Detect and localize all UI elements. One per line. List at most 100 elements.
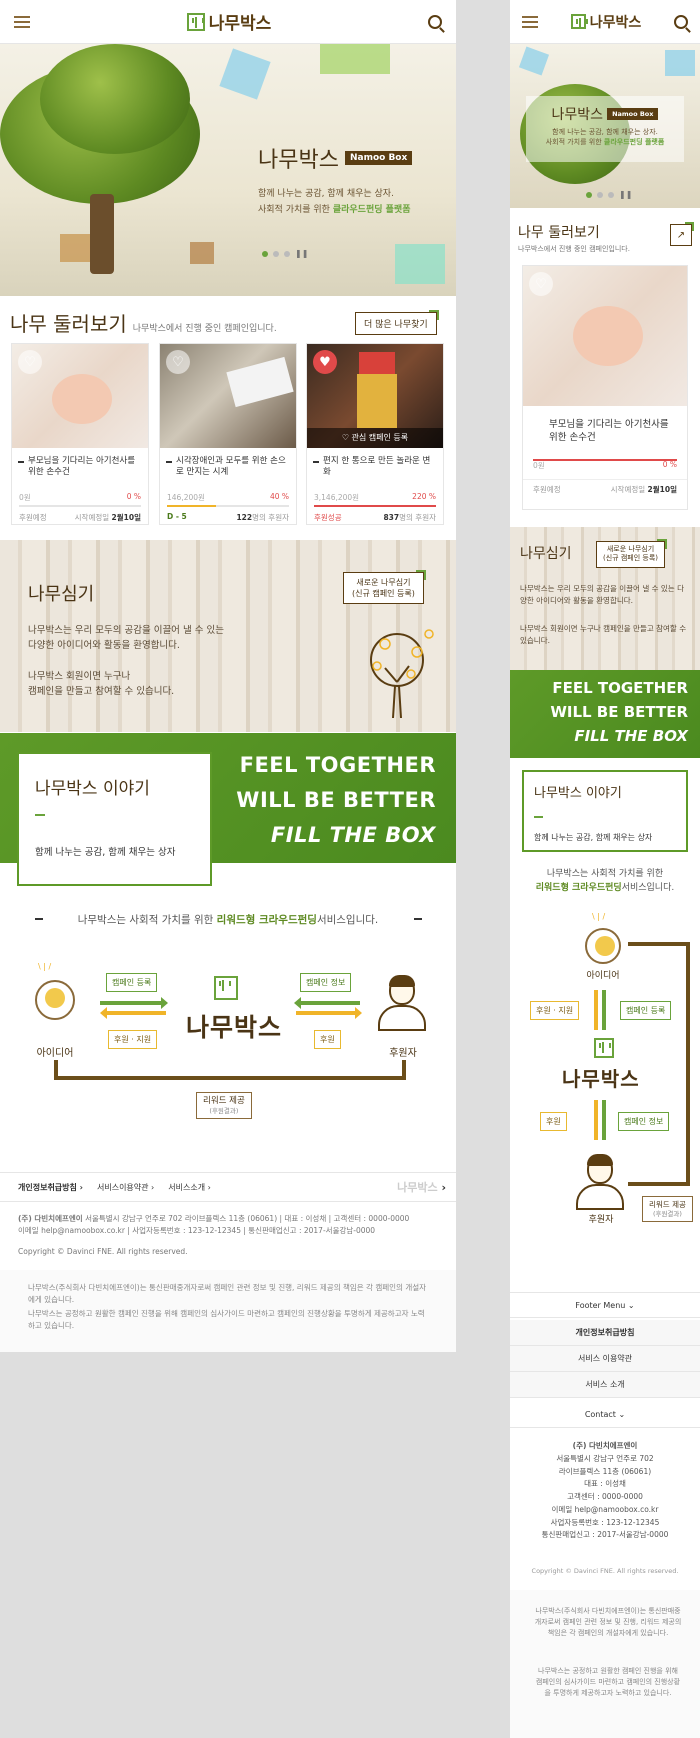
menu-icon[interactable] xyxy=(522,15,538,28)
campaign-footer: 후원성공 837명의 후원자 xyxy=(307,509,443,526)
about-link[interactable]: 서비스 소개 xyxy=(510,1372,700,1398)
tree-box-icon xyxy=(570,14,588,29)
terms-link[interactable]: 서비스이용약관 xyxy=(97,1182,154,1193)
mobile-header: 나무박스 xyxy=(510,0,700,44)
figure-hat xyxy=(359,352,395,374)
favorite-overlay[interactable]: ♡ 관심 캠페인 등록 xyxy=(307,428,443,448)
header: 나무박스 xyxy=(0,0,456,44)
campaign-percent: 0 % xyxy=(662,460,677,469)
intro-text: 서비스입니다. xyxy=(621,883,675,894)
company-name: (주) 다빈치에프엔이 xyxy=(572,1441,638,1450)
cube-shape xyxy=(395,244,445,284)
button-line-2: (신규 캠페인 등록) xyxy=(352,589,415,599)
mobile-hero: 나무박스 Namoo Box 함께 나누는 공감, 함께 채우는 상자. 사회적 가… xyxy=(510,44,700,208)
tree-box-icon xyxy=(594,1038,614,1058)
lightbulb-icon xyxy=(585,928,621,964)
pause-icon[interactable]: ❚❚ xyxy=(295,249,308,258)
about-link[interactable]: 서비스소개 xyxy=(168,1182,211,1193)
slogan-line-2: WILL BE BETTER xyxy=(236,788,436,812)
footer-label: 시작예정일 xyxy=(610,485,646,494)
story-box[interactable]: 나무박스 이야기 함께 나누는 공감, 함께 채우는 상자 xyxy=(522,770,688,852)
reward-loop xyxy=(628,942,690,1186)
planting-section: 나무심기 새로운 나무심기 (신규 캠페인 등록) 나무박스는 우리 모두의 공감… xyxy=(510,527,700,670)
planting-paragraph-1: 나무박스는 우리 모두의 공감을 이끌어 낼 수 있는 다양한 아이디어와 활동을… xyxy=(28,624,224,653)
hero-title: 나무박스 Namoo Box xyxy=(526,104,684,124)
info-line: 서울특별시 강남구 언주로 702 xyxy=(556,1453,654,1463)
terms-link[interactable]: 서비스 이용약관 xyxy=(510,1346,700,1372)
chevron-down-icon: ⌄ xyxy=(627,1301,635,1310)
campaign-card[interactable]: ♡ 부모님을 기다리는 아기천사를 위한 손수건 0원 0 % 후원예정 시작예정일… xyxy=(11,343,149,525)
tree-crown xyxy=(40,44,190,154)
button-line-1: 새로운 나무심기 xyxy=(356,578,411,587)
new-campaign-button[interactable]: 새로운 나무심기 (신규 캠페인 등록) xyxy=(343,569,426,605)
heart-icon[interactable]: ♡ xyxy=(18,350,42,374)
divider xyxy=(414,918,422,920)
p-line: 나무박스 회원이면 누구나 xyxy=(520,624,601,633)
carousel-dot[interactable] xyxy=(262,250,268,257)
slogan-line-1: FEEL TOGETHER xyxy=(239,753,436,777)
privacy-link[interactable]: 개인정보취급방침 xyxy=(510,1320,700,1346)
heart-icon[interactable]: ♡ xyxy=(166,350,190,374)
new-campaign-button[interactable]: 새로운 나무심기 (신규 캠페인 등록) xyxy=(596,539,667,568)
carousel-dot[interactable] xyxy=(273,250,279,257)
search-icon[interactable] xyxy=(428,14,442,29)
body xyxy=(576,1184,624,1210)
logo[interactable]: 나무박스 xyxy=(570,12,641,32)
campaign-amount: 0원 xyxy=(533,461,545,470)
privacy-link[interactable]: 개인정보취급방침 xyxy=(18,1182,83,1193)
p-line: 나무박스 회원이면 누구나 xyxy=(28,671,131,682)
slogan-line-3: FILL THE BOX xyxy=(574,727,688,745)
campaign-percent: 0 % xyxy=(126,492,141,501)
more-campaigns-button[interactable]: 더 많은 나무찾기 xyxy=(355,310,439,335)
campaign-title: 부모님을 기다리는 아기천사를 위한 손수건 xyxy=(549,419,669,444)
campaign-image: ♡ xyxy=(160,344,296,448)
carousel-dot[interactable] xyxy=(586,191,592,198)
footer-label: 명의 후원자 xyxy=(399,513,436,522)
progress-bar xyxy=(167,505,289,507)
p-line: 다양한 아이디어와 활동을 환영합니다. xyxy=(28,639,180,651)
footer-value: 122 xyxy=(236,513,253,522)
campaign-meta: 0원 0 % xyxy=(12,492,148,503)
service-intro: 나무박스는 사회적 가치를 위한 리워드형 크라우드펀딩서비스입니다. xyxy=(0,912,456,927)
arrow-link-icon[interactable]: ↗ xyxy=(670,222,694,246)
logo[interactable]: 나무박스 xyxy=(186,9,271,34)
campaign-percent: 40 % xyxy=(269,492,289,501)
carousel-dot[interactable] xyxy=(597,191,603,198)
intro-text: 나무박스는 사회적 가치를 위한 xyxy=(77,914,217,926)
campaign-image: ♡ xyxy=(12,344,148,448)
intro-em: 리워드형 크라우드펀딩 xyxy=(216,914,317,926)
footer-menu-toggle[interactable]: Footer Menu ⌄ xyxy=(510,1292,700,1318)
campaign-card[interactable]: ♡ 시각장애인과 모두를 위한 손으로 만지는 시계 146,200원 40 % … xyxy=(159,343,297,525)
heart-icon[interactable]: ♡ xyxy=(529,272,553,296)
person-icon xyxy=(576,1154,624,1210)
reward-sub: (후원결과) xyxy=(652,1209,682,1218)
button-line-1: 새로운 나무심기 xyxy=(606,545,655,553)
notice-2: 나무박스는 공정하고 원활한 캠페인 진행을 위해 캠페인의 심사가이드 마련하… xyxy=(535,1667,681,1698)
campaign-card[interactable]: ♡ 부모님을 기다리는 아기천사를 위한 손수건 0원 0 % 후원예정 시작예정일… xyxy=(522,265,688,510)
carousel-dot[interactable] xyxy=(608,191,614,198)
campaign-amount: 0원 xyxy=(19,493,31,502)
carousel-dot[interactable] xyxy=(284,250,290,257)
hero-line-2: 사회적 가치를 위한 클라우드펀딩 플랫폼 xyxy=(258,202,410,215)
tree-box-icon xyxy=(214,976,238,1000)
search-icon[interactable] xyxy=(674,14,688,29)
arrow-down xyxy=(602,990,606,1030)
p-line: 나무박스는 우리 모두의 공감을 이끌어 낼 수 있는 xyxy=(520,584,675,593)
campaign-image: ♡ xyxy=(523,266,687,406)
intro-em: 리워드형 크라우드펀딩 xyxy=(535,883,622,894)
arrow-left xyxy=(294,997,360,1009)
contact-toggle[interactable]: Contact ⌄ xyxy=(510,1402,700,1428)
menu-icon[interactable] xyxy=(14,15,30,28)
heart-icon[interactable]: ♥ xyxy=(313,350,337,374)
footer-value: 2월10일 xyxy=(111,513,141,522)
story-box[interactable]: 나무박스 이야기 함께 나누는 공감, 함께 채우는 상자 xyxy=(17,752,212,886)
sponsor-label: 후원자 xyxy=(588,1215,614,1225)
cube-shape xyxy=(219,48,271,100)
browse-subtitle: 나무박스에서 진행 중인 캠페인입니다. xyxy=(518,245,630,253)
campaign-footer: D - 5 122명의 후원자 xyxy=(160,509,296,526)
browse-heading: 나무 둘러보기 나무박스에서 진행 중인 캠페인입니다. xyxy=(10,308,277,337)
pause-icon[interactable]: ❚❚ xyxy=(619,190,632,199)
hero-line-2-text: 사회적 가치를 위한 xyxy=(545,137,604,146)
campaign-status: 후원예정 xyxy=(533,485,561,494)
campaign-card[interactable]: ♥ ♡ 관심 캠페인 등록 편지 한 통으로 만든 놀라운 변화 3,146,2… xyxy=(306,343,444,525)
